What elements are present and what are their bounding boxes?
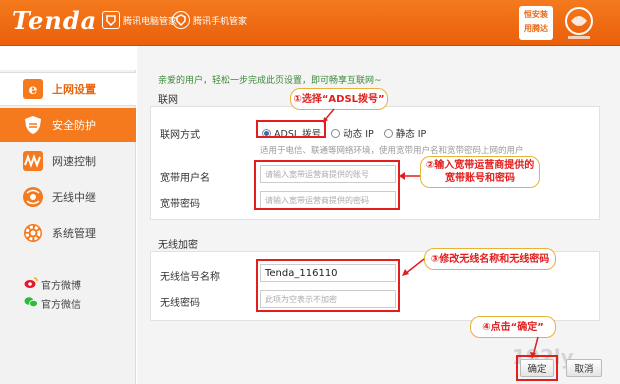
sidebar-item-label: 安全防护 xyxy=(52,119,96,132)
callout-arrow xyxy=(399,172,420,180)
callout-step4: ④点击“确定” xyxy=(470,316,556,338)
sidebar-item-wireless-relay[interactable]: 无线中继 xyxy=(0,180,136,214)
connection-type-label: 联网方式 xyxy=(160,130,200,141)
username-label: 宽带用户名 xyxy=(160,173,210,184)
official-weibo-link[interactable]: 官方微博 xyxy=(24,277,81,292)
security-seal-icon xyxy=(565,7,593,39)
wan-section-title: 联网 xyxy=(158,95,178,106)
social-label: 官方微信 xyxy=(41,300,81,311)
speed-wave-icon xyxy=(22,150,44,172)
callout-arrow xyxy=(402,258,425,276)
tencent-phone-manager-icon xyxy=(172,11,190,29)
password-label: 宽带密码 xyxy=(160,199,200,210)
svg-text:e: e xyxy=(29,82,38,98)
sidebar-item-label: 系统管理 xyxy=(52,227,96,240)
sidebar-item-security[interactable]: 安全防护 xyxy=(0,108,136,142)
radio-dynamic-ip[interactable]: 动态 IP xyxy=(331,126,374,140)
wireless-relay-icon xyxy=(22,186,44,208)
partner-pc-manager[interactable]: 腾讯电脑管家 xyxy=(102,11,177,29)
radio-dot xyxy=(331,128,341,138)
cancel-button[interactable]: 取消 xyxy=(566,359,602,377)
callout-arrow xyxy=(323,108,335,123)
gear-icon xyxy=(22,222,44,244)
internet-explorer-icon: e xyxy=(22,78,44,100)
credentials-highlight-box xyxy=(254,160,400,210)
sidebar-item-speed-control[interactable]: 网速控制 xyxy=(0,144,136,178)
callout-step2: ②输入宽带运营商提供的宽带账号和密码 xyxy=(420,156,540,188)
sidebar-item-label: 网速控制 xyxy=(52,155,96,168)
safe-install-badge: 恒安装 用腾达 xyxy=(519,6,553,40)
sidebar-item-internet-settings[interactable]: e 上网设置 xyxy=(0,72,136,106)
social-label: 官方微博 xyxy=(41,281,81,292)
callout-step1: ①选择“ADSL拨号” xyxy=(290,88,388,110)
adsl-highlight-box xyxy=(256,120,326,138)
partner-phone-manager[interactable]: 腾讯手机管家 xyxy=(172,11,247,29)
intro-text: 亲爱的用户，轻松一步完成此页设置，即可畅享互联网~ xyxy=(158,76,382,86)
wechat-icon xyxy=(24,296,38,311)
weibo-icon xyxy=(24,277,38,292)
tencent-pc-manager-icon xyxy=(102,11,120,29)
radio-static-ip[interactable]: 静态 IP xyxy=(383,126,427,140)
radio-label: 动态 IP xyxy=(343,129,374,140)
sidebar-item-system-management[interactable]: 系统管理 xyxy=(0,216,136,250)
radio-label: 静态 IP xyxy=(395,129,427,140)
wireless-section-title: 无线加密 xyxy=(158,240,198,251)
wifi-password-label: 无线密码 xyxy=(160,298,200,309)
ok-highlight-box xyxy=(516,355,558,381)
official-wechat-link[interactable]: 官方微信 xyxy=(24,296,81,311)
tenda-logo: Tenda xyxy=(12,6,98,35)
top-header: Tenda 腾讯电脑管家 腾讯手机管家 恒安装 用腾达 xyxy=(0,0,620,46)
sidebar-item-label: 上网设置 xyxy=(52,83,96,96)
ssid-label: 无线信号名称 xyxy=(160,272,220,283)
wireless-highlight-box xyxy=(256,259,400,312)
partner-label: 腾讯手机管家 xyxy=(193,16,248,27)
sidebar-item-label: 无线中继 xyxy=(52,191,96,204)
connection-hint: 适用于电信、联通等网络环境，使用宽带用户名和宽带密码上网的用户 xyxy=(260,146,524,156)
callout-step3: ③修改无线名称和无线密码 xyxy=(424,248,556,270)
shield-icon xyxy=(22,114,44,136)
badge-line-1: 恒安装 xyxy=(524,10,548,19)
radio-dot xyxy=(383,128,393,138)
badge-line-2: 用腾达 xyxy=(524,24,548,33)
partner-label: 腾讯电脑管家 xyxy=(123,16,178,27)
